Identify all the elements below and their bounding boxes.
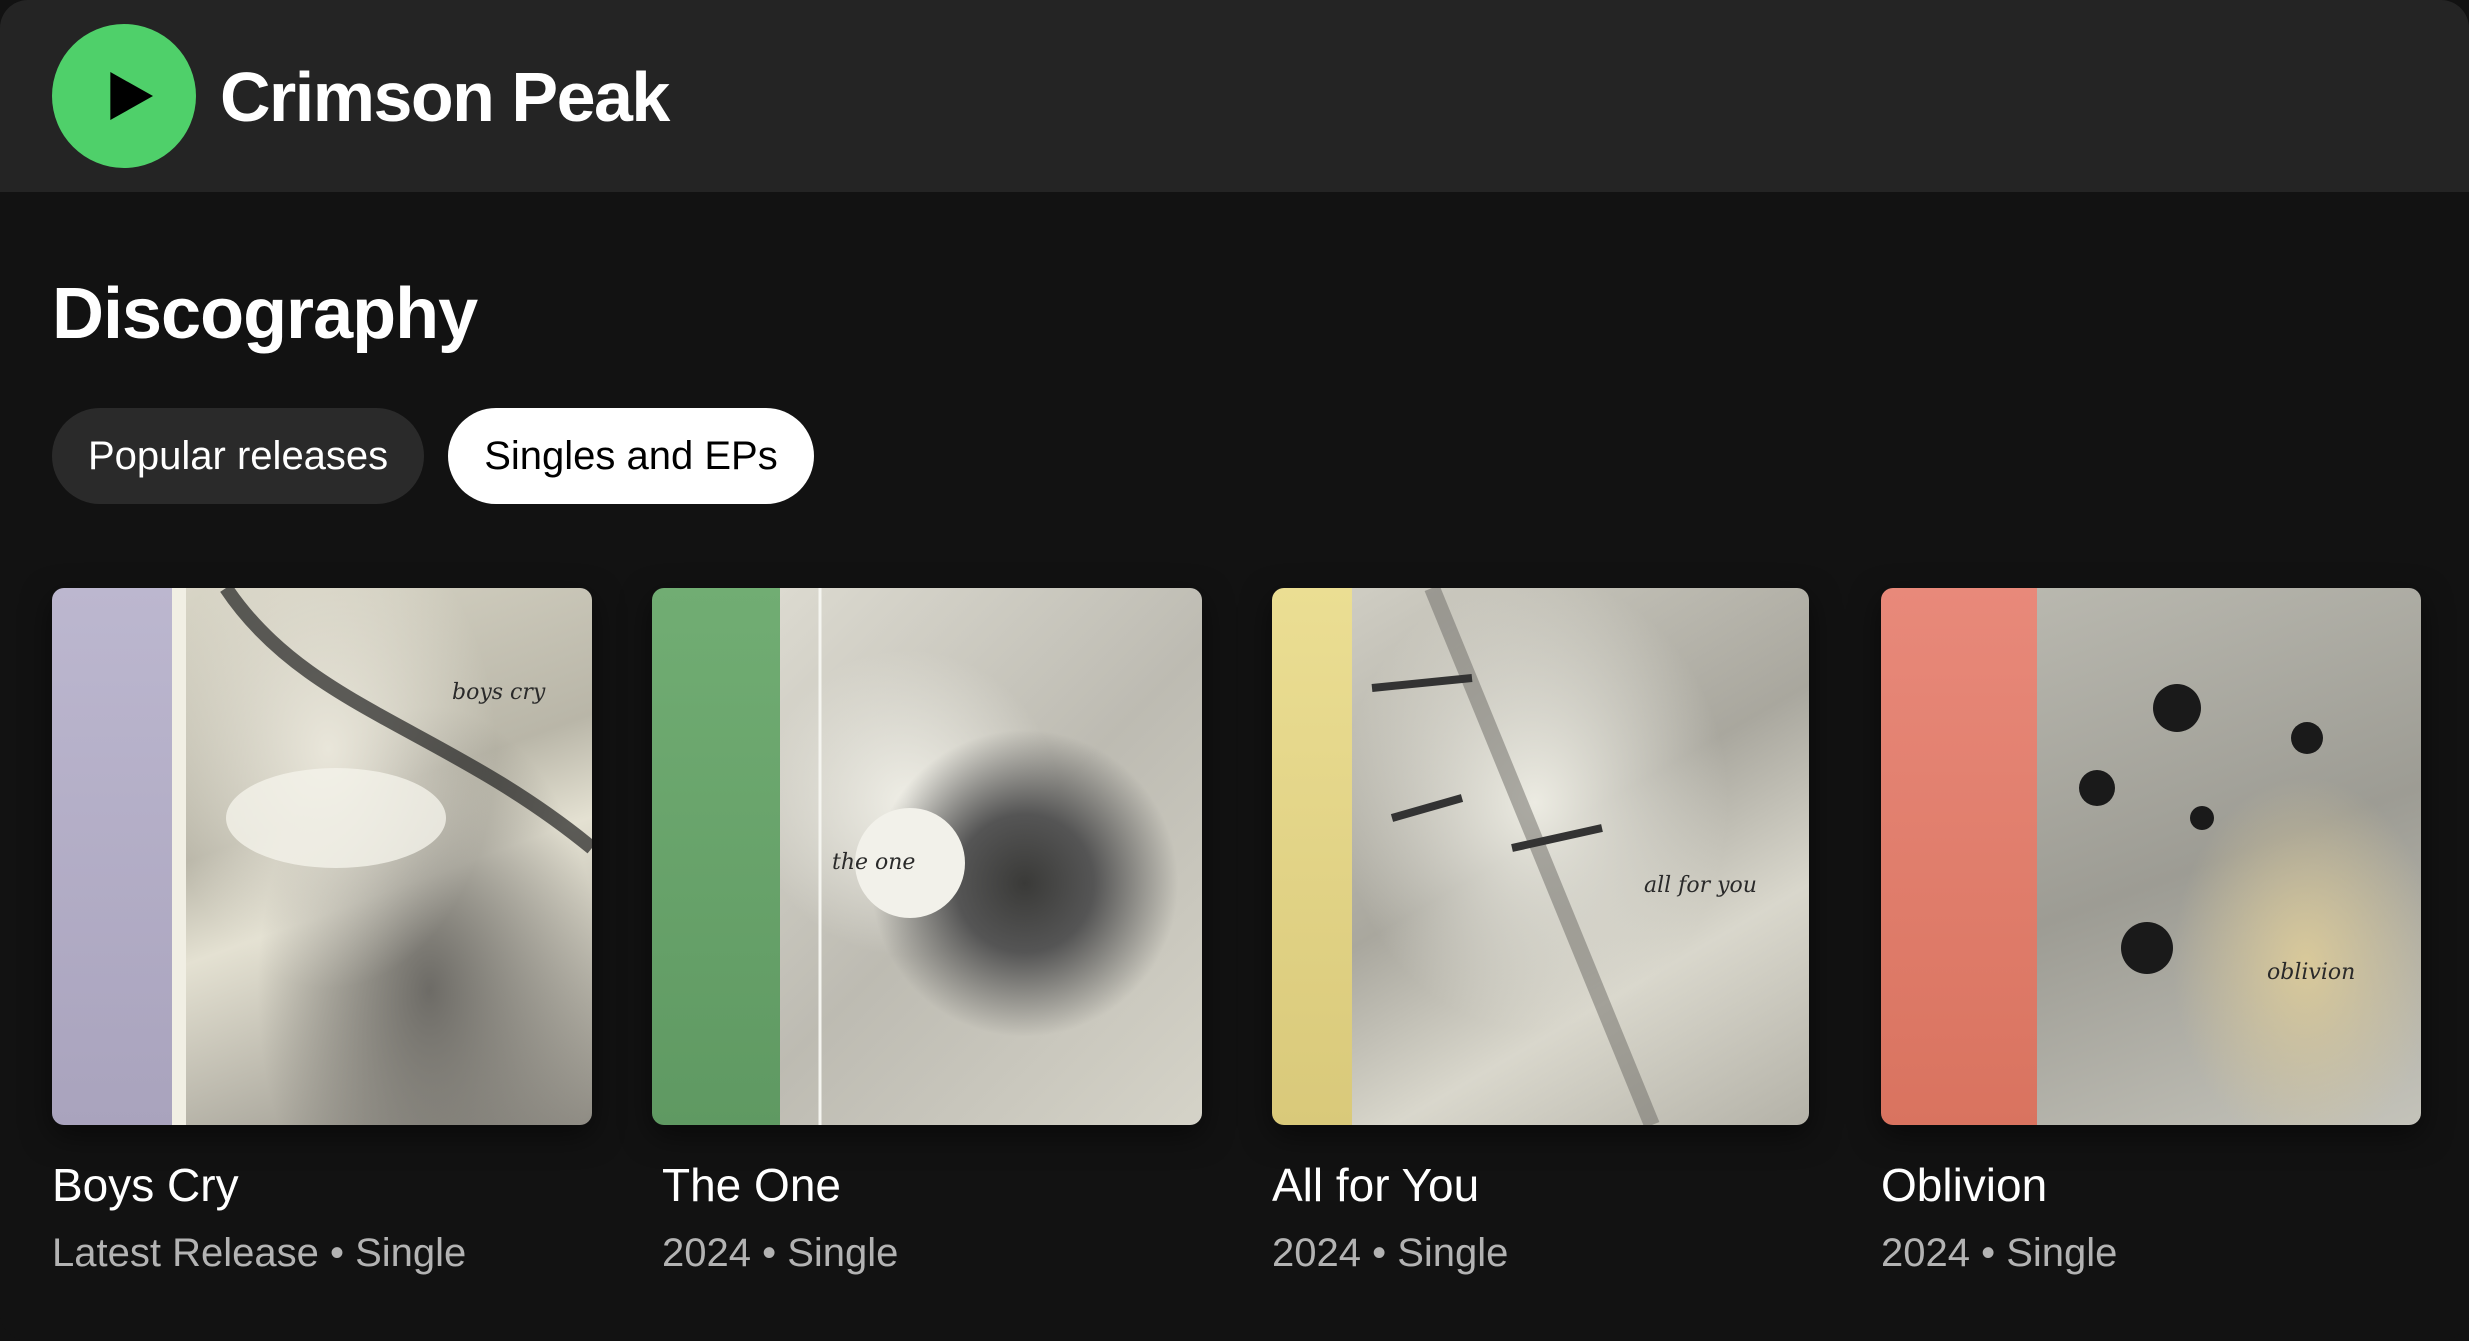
artist-page: Crimson Peak Discography Popular release…	[0, 0, 2469, 1341]
release-title[interactable]: All for You	[1272, 1155, 1809, 1215]
filter-chips: Popular releases Singles and EPs	[52, 408, 814, 504]
release-subtitle: 2024 • Single	[662, 1231, 899, 1275]
cover-script: the one	[832, 850, 916, 875]
release-card[interactable]: oblivion Oblivion 2024 • Single	[1881, 588, 2421, 1279]
cover-script: boys cry	[452, 680, 546, 705]
release-title[interactable]: The One	[652, 1155, 1202, 1215]
release-subtitle: 2024 • Single	[1881, 1231, 2118, 1275]
artist-header: Crimson Peak	[0, 0, 2469, 192]
chip-popular-releases[interactable]: Popular releases	[52, 408, 425, 504]
release-title[interactable]: Oblivion	[1881, 1155, 2421, 1215]
release-card[interactable]: the one The One 2024 • Single	[652, 588, 1202, 1279]
release-card[interactable]: all for you All for You 2024 • Single	[1272, 588, 1809, 1279]
release-title[interactable]: Boys Cry	[52, 1155, 592, 1215]
section-title: Discography	[52, 274, 478, 354]
album-cover[interactable]: oblivion	[1881, 588, 2421, 1125]
artist-name: Crimson Peak	[220, 58, 670, 136]
cover-script: oblivion	[2267, 960, 2356, 985]
play-button[interactable]	[52, 24, 196, 168]
release-subtitle: Latest Release • Single	[52, 1231, 467, 1275]
album-cover[interactable]: boys cry	[52, 588, 592, 1125]
play-icon	[110, 72, 153, 120]
release-card[interactable]: boys cry Boys Cry Latest Release • Singl…	[52, 588, 592, 1279]
cover-script: all for you	[1644, 873, 1757, 898]
chip-singles-and-eps[interactable]: Singles and EPs	[448, 408, 814, 504]
album-cover[interactable]: all for you	[1272, 588, 1809, 1125]
album-cover[interactable]: the one	[652, 588, 1202, 1125]
release-subtitle: 2024 • Single	[1272, 1231, 1509, 1275]
